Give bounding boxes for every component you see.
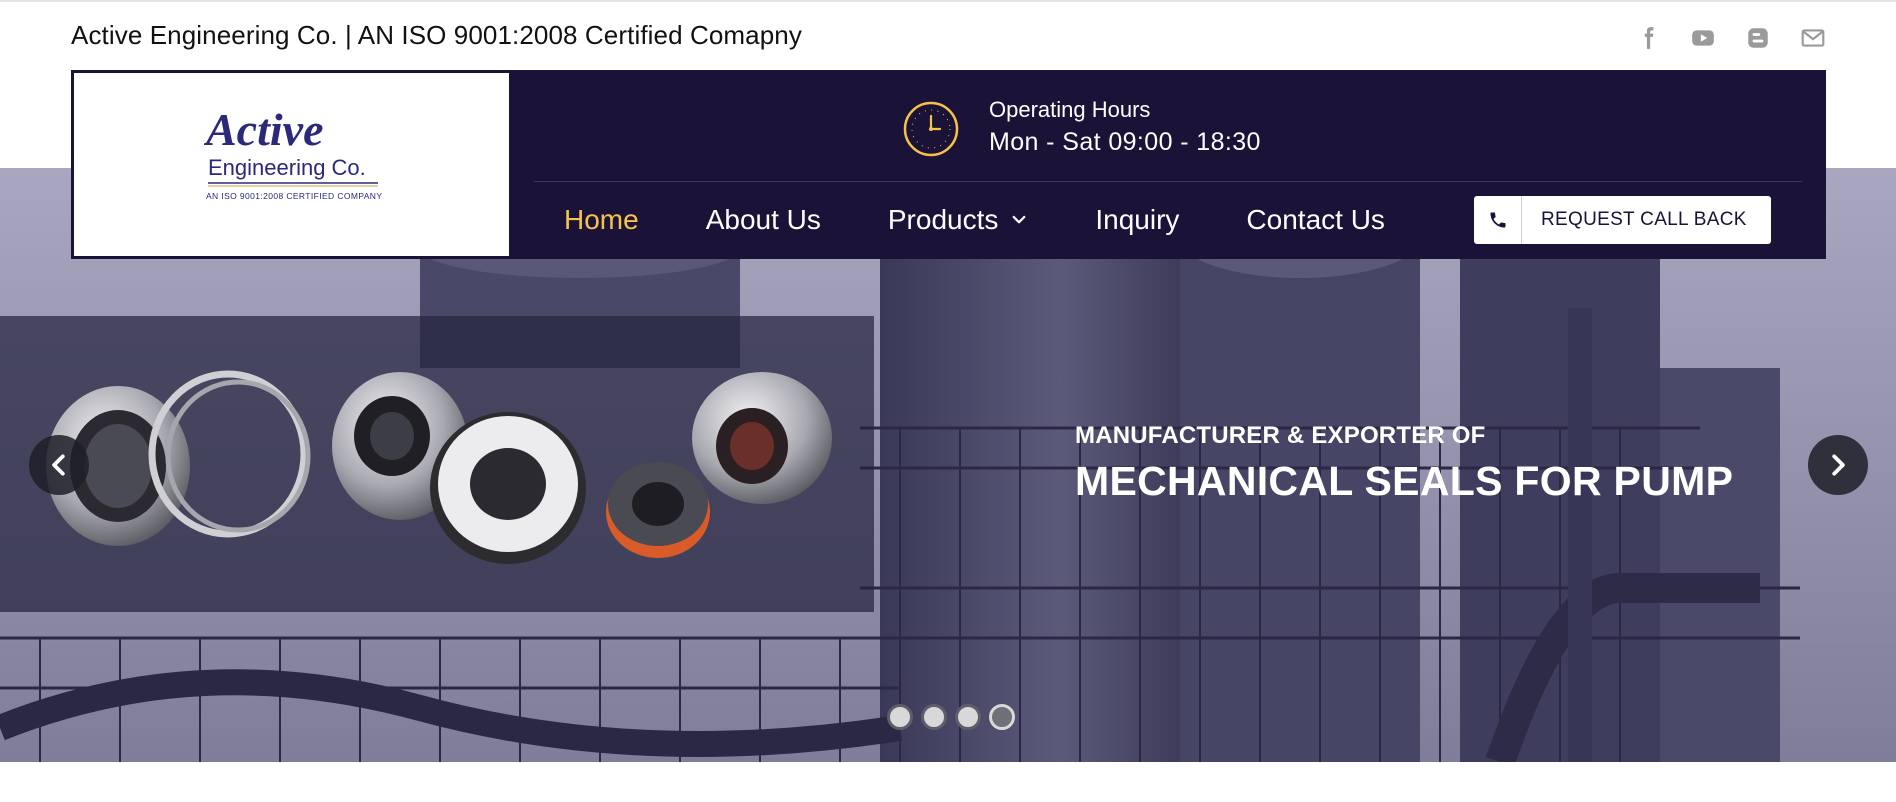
company-tagline: Active Engineering Co. | AN ISO 9001:200…	[71, 20, 802, 50]
slider-next-button[interactable]	[1808, 435, 1868, 495]
request-call-back-button[interactable]: REQUEST CALL BACK	[1474, 196, 1771, 244]
nav-products-label: Products	[887, 204, 999, 235]
request-call-back-label: REQUEST CALL BACK	[1541, 209, 1747, 230]
logo-company: Engineering Co.	[208, 155, 366, 180]
slider-pagination	[887, 704, 1015, 730]
hero-title: MECHANICAL SEALS FOR PUMP	[1075, 458, 1734, 504]
phone-icon	[1474, 196, 1522, 244]
main-menu: Home About Us Products Inquiry Contact U…	[564, 204, 1385, 236]
nav-products[interactable]: Products	[888, 204, 1029, 236]
blogger-icon[interactable]	[1742, 22, 1773, 53]
slider-dot[interactable]	[887, 704, 913, 730]
slider-prev-button[interactable]	[29, 435, 89, 495]
slider-dot[interactable]	[921, 704, 947, 730]
top-bar: Active Engineering Co. | AN ISO 9001:200…	[0, 0, 1896, 70]
nav-home[interactable]: Home	[564, 204, 639, 236]
chevron-down-icon	[1013, 215, 1026, 224]
product-image-panel	[0, 316, 874, 612]
logo-certification: AN ISO 9001:2008 CERTIFIED COMPANY	[206, 191, 382, 201]
page-content-start	[0, 762, 1896, 802]
mechanical-seals-image	[46, 370, 832, 564]
chevron-left-icon	[52, 454, 65, 476]
facebook-icon[interactable]	[1632, 22, 1663, 53]
slider-dot[interactable]	[955, 704, 981, 730]
operating-hours-label: Operating Hours	[989, 97, 1151, 122]
operating-hours-value: Mon - Sat 09:00 - 18:30	[989, 128, 1261, 156]
nav-inquiry[interactable]: Inquiry	[1095, 204, 1179, 236]
social-links	[1632, 22, 1828, 53]
page: Active Engineering Co. | AN ISO 9001:200…	[0, 0, 1896, 802]
slider-dot-active[interactable]	[989, 704, 1015, 730]
logo[interactable]: Active Engineering Co. AN ISO 9001:2008 …	[71, 70, 512, 259]
company-logo: Active Engineering Co. AN ISO 9001:2008 …	[204, 104, 382, 201]
nav-divider	[534, 181, 1802, 182]
mail-icon[interactable]	[1797, 22, 1828, 53]
nav-contact-us[interactable]: Contact Us	[1246, 204, 1385, 236]
nav-about-us[interactable]: About Us	[706, 204, 821, 236]
main-header: Operating Hours Mon - Sat 09:00 - 18:30 …	[512, 70, 1826, 259]
clock-icon	[903, 101, 959, 157]
hero-kicker: MANUFACTURER & EXPORTER OF	[1075, 422, 1486, 449]
chevron-right-icon	[1832, 454, 1845, 476]
logo-brand: Active	[204, 104, 324, 155]
youtube-icon[interactable]	[1687, 22, 1718, 53]
